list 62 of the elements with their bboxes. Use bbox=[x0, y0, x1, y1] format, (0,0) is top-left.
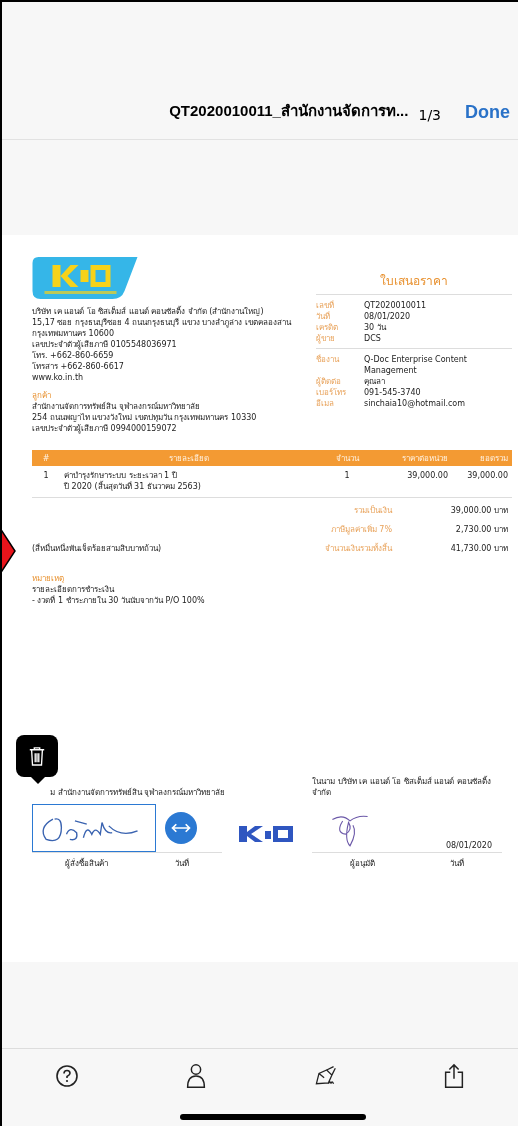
trash-icon bbox=[28, 746, 46, 766]
info-value: QT2020010011 bbox=[364, 300, 428, 311]
info-label: ผู้ติดต่อ bbox=[316, 376, 341, 387]
table-cell-text: 39,000.00 bbox=[466, 470, 509, 482]
customer-info-text: 254 ถนนพญาไท แขวงวังใหม่ เขตปทุมวัน กรุงเทพมหานคร 10330 bbox=[32, 412, 258, 423]
signature-caption: ม สำนักงานจัดการทรัพย์สิน จุฬาลงกรณ์มหาวิทยาลัย bbox=[50, 787, 227, 798]
company-info-text: 15,17 ซอย กรุงธนบุรีซอย 4 ถนนกรุงธนบุรี แขวง บางลำภูล่าง เขตคลองสาน bbox=[32, 317, 291, 328]
total-label: รวมเป็นเงิน bbox=[353, 504, 392, 517]
column-header: # bbox=[41, 453, 51, 463]
info-value: 30 วัน bbox=[364, 322, 388, 333]
table-cell-text: ค่าบำรุงรักษาระบบ ระยะเวลา 1 ปี ปี 2020 (สิ้นสุดวันที่ 31 ธันวาคม 2563) bbox=[63, 470, 202, 492]
document-title: QT2020010011_สำนักงานจัดการท... bbox=[169, 101, 409, 121]
info-label: ชื่องาน bbox=[316, 354, 341, 366]
signer-label: ผู้อนุมัติ bbox=[349, 858, 375, 870]
info-value: 091-545-3740 bbox=[364, 387, 422, 398]
info-value: คุณลา bbox=[364, 376, 386, 387]
table-cell-text: 39,000.00 bbox=[406, 470, 449, 482]
info-value: DCS bbox=[364, 333, 382, 344]
customer-label: ลูกค้า bbox=[32, 390, 51, 401]
table-cell-text: 1 bbox=[343, 470, 351, 482]
column-header: จำนวน bbox=[334, 452, 360, 465]
notes-label: หมายเหตุ bbox=[32, 573, 65, 584]
info-label: เครดิต bbox=[316, 322, 339, 333]
info-label: อีเมล bbox=[316, 398, 335, 409]
signature-caption: ในนาม บริษัท เค แอนด์ โอ ซิสเต็มส์ แอนด์ คอนซัลติ้ง จำกัด bbox=[312, 776, 492, 798]
total-label: ภาษีมูลค่าเพิ่ม 7% bbox=[329, 523, 392, 536]
date-label: วันที่ bbox=[450, 857, 465, 870]
resize-handle-icon[interactable] bbox=[165, 812, 197, 844]
total-label: จำนวนเงินรวมทั้งสิ้น bbox=[325, 542, 392, 555]
customer-info-text: สำนักงานจัดการทรัพย์สิน จุฬาลงกรณ์มหาวิทยาลัย bbox=[32, 401, 201, 412]
column-header: รายละเอียด bbox=[168, 452, 210, 465]
total-value: 39,000.00 บาท bbox=[449, 505, 509, 517]
notes-text: รายละเอียดการชำระเงิน bbox=[32, 584, 116, 595]
company-info-text: โทรสาร +662-860-6617 bbox=[32, 361, 125, 372]
signer-label: ผู้สั่งซื้อสินค้า bbox=[65, 857, 109, 870]
help-icon[interactable] bbox=[54, 1063, 79, 1089]
page-count: 1/3 bbox=[418, 107, 441, 123]
signature-date: 08/01/2020 bbox=[445, 841, 493, 852]
info-label: เบอร์โทร bbox=[316, 387, 347, 398]
notes-text: - งวดที่ 1 ชำระภายใน 30 วันนับจากวัน P/O 100% bbox=[32, 595, 206, 606]
quotation-heading: ใบเสนอราคา bbox=[316, 257, 512, 295]
column-header: ราคาต่อหน่วย bbox=[401, 452, 449, 465]
signature-field[interactable] bbox=[32, 804, 156, 852]
info-label: ผู้ขาย bbox=[316, 333, 336, 344]
company-info-text: บริษัท เค แอนด์ โอ ซิสเต็มส์ แอนด์ คอนซัลติ้ง จำกัด (สำนักงานใหญ่) bbox=[32, 306, 265, 317]
info-label: เลขที่ bbox=[316, 300, 335, 311]
date-label: วันที่ bbox=[174, 857, 189, 870]
company-info-text: โทร. +662-860-6659 bbox=[32, 350, 115, 361]
total-value: 41,730.00 บาท bbox=[449, 543, 509, 555]
company-info-text: เลขประจำตัวผู้เสียภาษี 0105548036971 bbox=[32, 339, 178, 350]
customer-info-text: เลขประจำตัวผู้เสียภาษี 0994000159072 bbox=[32, 423, 178, 434]
company-info-text: กรุงเทพมหานคร 10600 bbox=[32, 328, 115, 339]
info-value: sinchaia10@hotmail.com bbox=[364, 398, 466, 409]
total-value: 2,730.00 บาท bbox=[454, 524, 509, 536]
amount-in-words: (สี่หมื่นหนึ่งพันเจ็ดร้อยสามสิบบาทถ้วน) bbox=[32, 542, 162, 555]
column-header: ยอดรวม bbox=[479, 452, 509, 465]
info-value: Q-Doc Enterprise Content Management bbox=[364, 354, 468, 376]
done-button[interactable]: Done bbox=[465, 102, 510, 123]
table-cell-text: 1 bbox=[42, 470, 50, 482]
company-info-text: www.ko.in.th bbox=[32, 372, 85, 383]
info-value: 08/01/2020 bbox=[364, 311, 412, 322]
info-label: วันที่ bbox=[316, 311, 331, 322]
